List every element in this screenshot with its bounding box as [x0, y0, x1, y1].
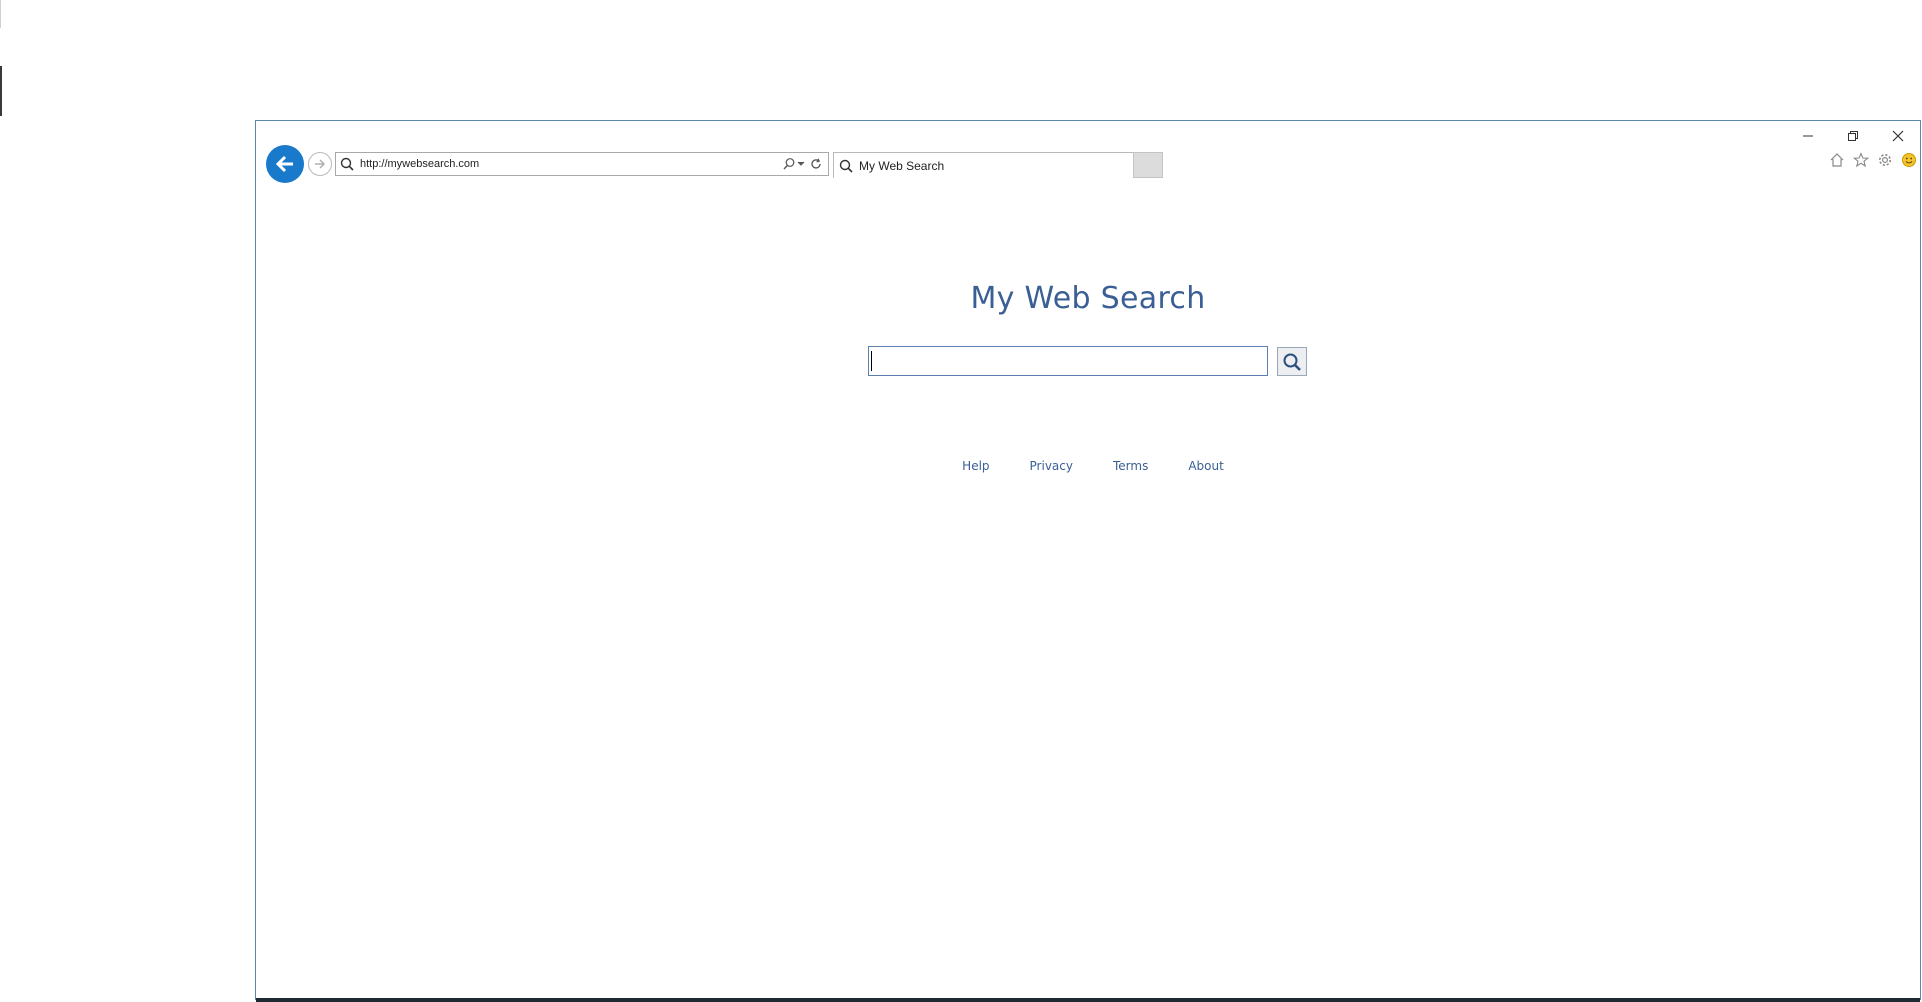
restore-button[interactable] [1830, 121, 1875, 151]
forward-button[interactable] [308, 152, 332, 176]
settings-gear-icon[interactable] [1876, 151, 1894, 169]
text-caret [871, 351, 872, 371]
forward-arrow-icon [315, 159, 326, 169]
taskbar-edge [256, 998, 1920, 1002]
tab-my-web-search[interactable]: My Web Search [833, 152, 1135, 178]
footer-link-terms[interactable]: Terms [1113, 459, 1148, 473]
search-icon [340, 153, 354, 175]
feedback-smiley-icon[interactable] [1900, 151, 1918, 169]
search-icon [1283, 353, 1301, 371]
page-title: My Web Search [970, 281, 1206, 316]
refresh-icon[interactable] [810, 153, 822, 175]
search-button[interactable] [1277, 347, 1307, 376]
minimize-button[interactable] [1785, 121, 1830, 151]
favorites-star-icon[interactable] [1852, 151, 1870, 169]
search-dropdown-icon[interactable] [782, 153, 806, 175]
search-input[interactable] [868, 346, 1268, 376]
back-button[interactable] [266, 145, 304, 183]
close-icon [1892, 130, 1903, 142]
footer-link-about[interactable]: About [1188, 459, 1223, 473]
tab-title: My Web Search [859, 158, 945, 173]
back-arrow-icon [275, 155, 293, 173]
restore-icon [1847, 131, 1858, 141]
toolbar-right-icons [1828, 151, 1918, 169]
footer-link-help[interactable]: Help [962, 459, 989, 473]
close-button[interactable] [1875, 121, 1920, 151]
address-bar[interactable]: http://mywebsearch.com [335, 152, 829, 176]
browser-window: http://mywebsearch.com My Web Search My … [255, 120, 1921, 1000]
new-tab-button[interactable] [1133, 152, 1163, 178]
desktop-edge-bar [0, 66, 2, 116]
desktop-edge-mark [0, 0, 1, 28]
footer-links: Help Privacy Terms About [256, 459, 1920, 473]
tab-search-icon [839, 155, 853, 177]
footer-link-privacy[interactable]: Privacy [1030, 459, 1073, 473]
minimize-icon [1802, 135, 1813, 137]
window-caption-buttons [1785, 121, 1920, 151]
address-url[interactable]: http://mywebsearch.com [360, 158, 782, 170]
home-icon[interactable] [1828, 151, 1846, 169]
